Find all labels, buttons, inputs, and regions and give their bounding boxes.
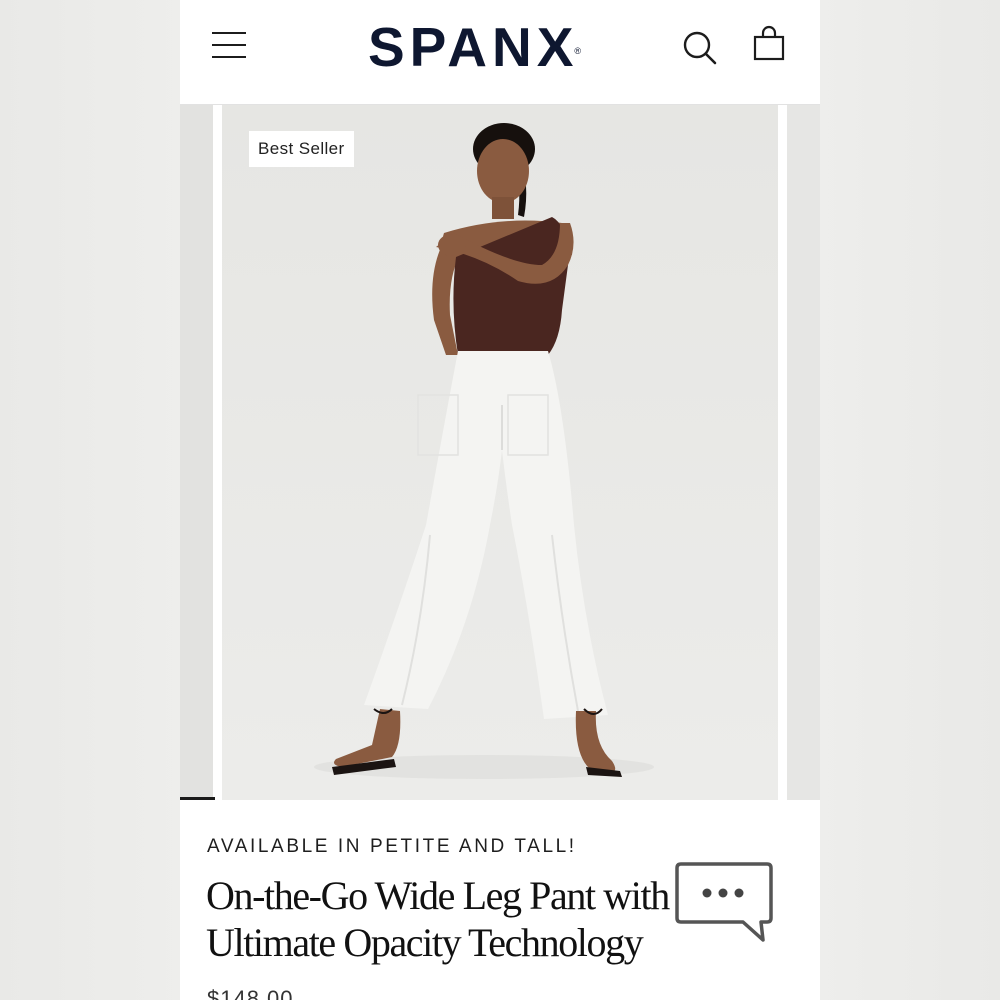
mobile-page: SPANX® Best Seller AVAILABLE IN PETITE A… bbox=[180, 0, 820, 1000]
previous-slide-peek[interactable] bbox=[180, 105, 213, 800]
hamburger-menu-icon[interactable] bbox=[212, 30, 248, 60]
site-header: SPANX® bbox=[180, 0, 820, 105]
product-image-carousel[interactable]: Best Seller bbox=[180, 105, 820, 800]
product-image[interactable]: Best Seller bbox=[222, 105, 778, 800]
shopping-bag-icon[interactable] bbox=[750, 24, 788, 66]
brand-logo[interactable]: SPANX® bbox=[368, 14, 630, 80]
product-price: $148.00 bbox=[207, 986, 294, 1000]
model-photo bbox=[222, 105, 778, 800]
registered-mark: ® bbox=[574, 46, 582, 56]
chat-bubble-icon[interactable] bbox=[675, 860, 775, 944]
next-slide-peek[interactable] bbox=[787, 105, 820, 800]
search-icon[interactable] bbox=[680, 28, 720, 68]
best-seller-badge: Best Seller bbox=[249, 131, 354, 167]
logo-text: SPANX bbox=[368, 16, 579, 78]
availability-note: AVAILABLE IN PETITE AND TALL! bbox=[207, 836, 577, 857]
